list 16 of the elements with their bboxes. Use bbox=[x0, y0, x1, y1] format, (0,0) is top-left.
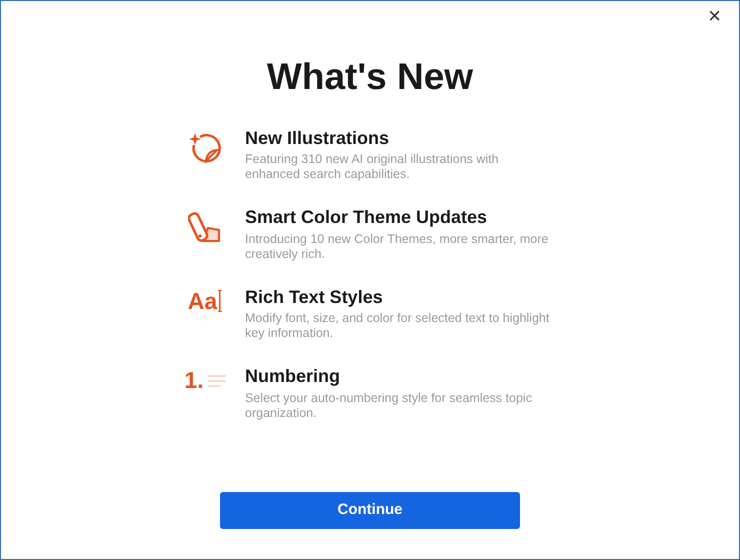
feature-description: Introducing 10 new Color Themes, more smarter, more creatively rich. bbox=[245, 232, 550, 262]
number-marker-icon: 1. bbox=[184, 369, 204, 392]
continue-button[interactable]: Continue bbox=[220, 492, 520, 529]
cursor-icon bbox=[218, 290, 222, 312]
close-button[interactable]: × bbox=[704, 3, 725, 29]
feature-description: Modify font, size, and color for selected text to highlight key information. bbox=[245, 311, 550, 341]
sparkle-sticker-icon bbox=[188, 130, 222, 164]
color-swatch-icon bbox=[188, 210, 222, 244]
feature-title: Rich Text Styles bbox=[245, 286, 384, 308]
dialog-title: What's New bbox=[266, 55, 474, 99]
feature-title: Smart Color Theme Updates bbox=[245, 206, 488, 228]
feature-title: New Illustrations bbox=[245, 126, 390, 149]
feature-title: Numbering bbox=[245, 365, 342, 388]
feature-description: Select your auto-numbering style for seamless topic organization. bbox=[245, 390, 533, 420]
text-style-icon: Aa bbox=[188, 290, 218, 312]
feature-description: Featuring 310 new AI original illustrations with enhanced search capabilities. bbox=[245, 152, 500, 182]
